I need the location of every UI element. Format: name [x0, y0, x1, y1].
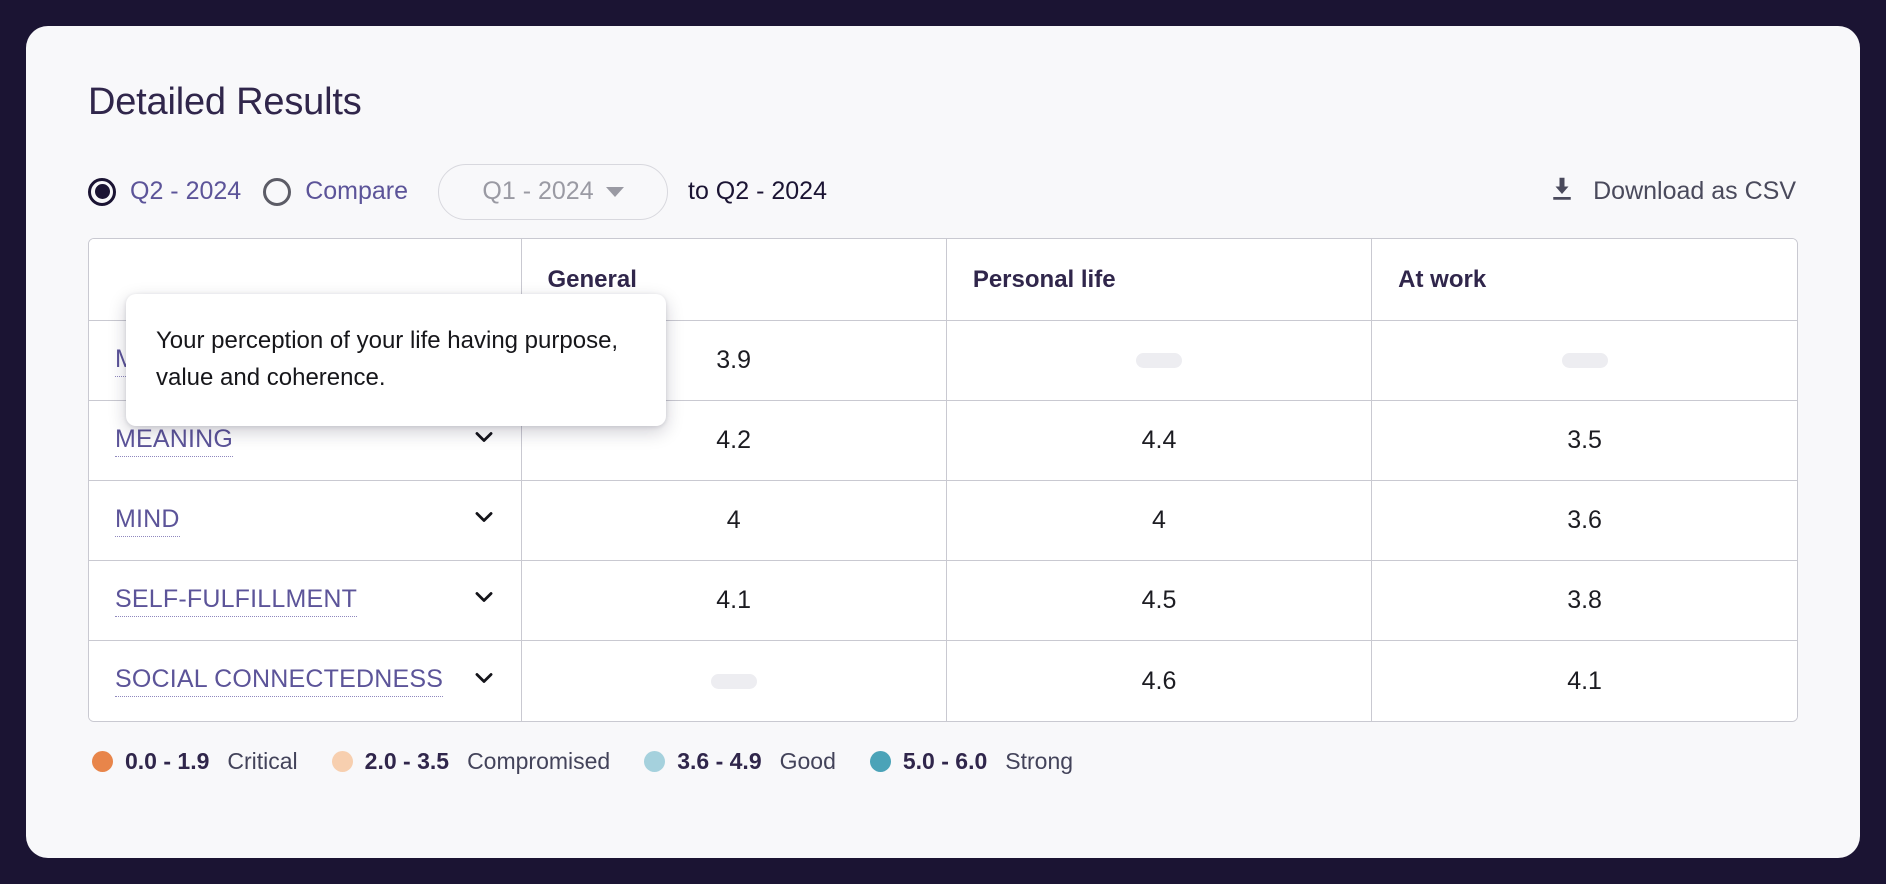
score-value: 4 — [1152, 506, 1166, 534]
score-value: 4.1 — [716, 586, 751, 614]
score-cell: 4.4 — [946, 401, 1371, 481]
page-root: Detailed Results Q2 - 2024 Compare Q1 - … — [0, 0, 1886, 884]
score-cell: 4 — [521, 481, 946, 561]
table-row: SOCIAL CONNECTEDNESS 4.6 4.1 — [89, 641, 1797, 721]
dimension-tooltip-text: Your perception of your life having purp… — [156, 322, 636, 396]
column-header-personal-life: Personal life — [946, 239, 1371, 321]
empty-score-placeholder — [711, 674, 757, 689]
score-value: 4.6 — [1142, 667, 1177, 695]
radio-selected-icon — [88, 178, 116, 206]
dimension-cell[interactable]: SOCIAL CONNECTEDNESS — [89, 641, 521, 721]
legend-item: 3.6 - 4.9 Good — [644, 748, 836, 775]
dimension-toggle[interactable]: MIND — [115, 504, 497, 537]
legend-swatch-icon — [332, 751, 353, 772]
dimension-toggle[interactable]: SOCIAL CONNECTEDNESS — [115, 665, 497, 698]
score-cell — [946, 321, 1371, 401]
radio-unselected-icon — [263, 178, 291, 206]
table-row: SELF-FULFILLMENT 4.1 4.5 3.8 — [89, 561, 1797, 641]
score-cell: 3.5 — [1372, 401, 1797, 481]
score-cell: 3.6 — [1372, 481, 1797, 561]
legend-range: 2.0 - 3.5 — [365, 748, 449, 775]
dimension-cell[interactable]: MIND — [89, 481, 521, 561]
dimension-label: SELF-FULFILLMENT — [115, 585, 357, 617]
radio-option-current-period[interactable]: Q2 - 2024 — [88, 177, 241, 206]
score-cell: 3.8 — [1372, 561, 1797, 641]
dimension-label: MEANING — [115, 425, 233, 457]
download-csv-button[interactable]: Download as CSV — [1547, 174, 1798, 209]
legend-name: Compromised — [467, 748, 610, 775]
legend-swatch-icon — [870, 751, 891, 772]
legend-item: 0.0 - 1.9 Critical — [92, 748, 298, 775]
score-cell — [1372, 321, 1797, 401]
score-cell: 4 — [946, 481, 1371, 561]
legend-name: Strong — [1005, 748, 1073, 775]
score-value: 4.1 — [1567, 667, 1602, 695]
legend-range: 5.0 - 6.0 — [903, 748, 987, 775]
controls-row: Q2 - 2024 Compare Q1 - 2024 to Q2 - 2024 — [88, 164, 1798, 220]
radio-option-compare-label: Compare — [305, 177, 408, 206]
chevron-down-icon[interactable] — [471, 504, 497, 537]
legend-name: Critical — [227, 748, 297, 775]
period-radio-group: Q2 - 2024 Compare — [88, 177, 430, 206]
score-value: 3.8 — [1567, 586, 1602, 614]
dimension-toggle[interactable]: SELF-FULFILLMENT — [115, 584, 497, 617]
dimension-tooltip: Your perception of your life having purp… — [126, 294, 666, 426]
radio-option-current-period-label: Q2 - 2024 — [130, 177, 241, 206]
dimension-label: MIND — [115, 505, 180, 537]
score-cell: 4.1 — [1372, 641, 1797, 721]
legend-range: 0.0 - 1.9 — [125, 748, 209, 775]
compare-to-label: to Q2 - 2024 — [688, 177, 827, 206]
score-value: 4.2 — [716, 426, 751, 454]
chevron-down-icon[interactable] — [471, 665, 497, 698]
empty-score-placeholder — [1562, 353, 1608, 368]
legend-swatch-icon — [92, 751, 113, 772]
chevron-down-icon[interactable] — [471, 584, 497, 617]
dimension-label: SOCIAL CONNECTEDNESS — [115, 665, 443, 697]
download-icon — [1547, 174, 1577, 209]
download-csv-label: Download as CSV — [1593, 177, 1796, 206]
legend-item: 2.0 - 3.5 Compromised — [332, 748, 611, 775]
dimension-cell[interactable]: SELF-FULFILLMENT — [89, 561, 521, 641]
radio-option-compare[interactable]: Compare — [263, 177, 408, 206]
legend-swatch-icon — [644, 751, 665, 772]
detailed-results-card: Detailed Results Q2 - 2024 Compare Q1 - … — [26, 26, 1860, 858]
chevron-down-icon — [606, 187, 624, 197]
score-value: 3.6 — [1567, 506, 1602, 534]
page-title: Detailed Results — [88, 82, 1798, 124]
legend-item: 5.0 - 6.0 Strong — [870, 748, 1073, 775]
score-cell — [521, 641, 946, 721]
empty-score-placeholder — [1136, 353, 1182, 368]
column-header-at-work: At work — [1372, 239, 1797, 321]
score-value: 4 — [727, 506, 741, 534]
score-cell: 4.6 — [946, 641, 1371, 721]
chevron-down-icon[interactable] — [471, 424, 497, 457]
dimension-toggle[interactable]: MEANING — [115, 424, 497, 457]
compare-quarter-select[interactable]: Q1 - 2024 — [438, 164, 668, 220]
legend-name: Good — [780, 748, 836, 775]
score-value: 3.5 — [1567, 426, 1602, 454]
score-legend: 0.0 - 1.9 Critical 2.0 - 3.5 Compromised 3.6… — [88, 748, 1798, 775]
score-cell: 4.1 — [521, 561, 946, 641]
score-value: 4.5 — [1142, 586, 1177, 614]
compare-quarter-select-value: Q1 - 2024 — [482, 177, 593, 206]
legend-range: 3.6 - 4.9 — [677, 748, 761, 775]
score-value: 3.9 — [716, 346, 751, 374]
score-cell: 4.5 — [946, 561, 1371, 641]
table-row: MIND 4 4 3.6 — [89, 481, 1797, 561]
score-value: 4.4 — [1142, 426, 1177, 454]
